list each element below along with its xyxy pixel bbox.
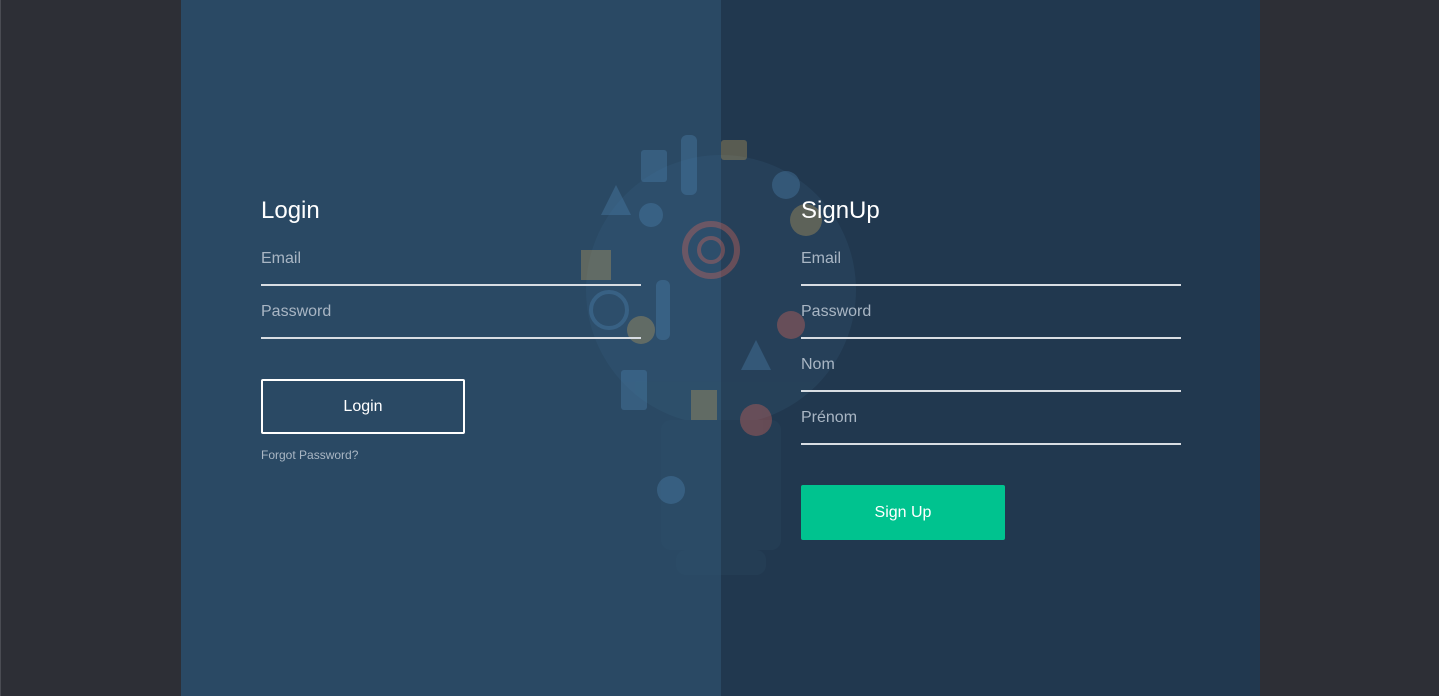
signup-password-input[interactable] bbox=[801, 303, 1181, 321]
signup-form: SignUp Sign Up bbox=[801, 196, 1181, 540]
login-password-field-wrapper bbox=[261, 286, 641, 339]
signup-nom-field-wrapper bbox=[801, 339, 1181, 392]
auth-container: Login Login Forgot Password? SignUp bbox=[181, 0, 1260, 696]
signup-prenom-field-wrapper bbox=[801, 392, 1181, 445]
login-email-field-wrapper bbox=[261, 244, 641, 286]
signup-title: SignUp bbox=[801, 197, 880, 224]
login-form: Login Login Forgot Password? bbox=[261, 196, 641, 464]
signup-email-field-wrapper bbox=[801, 244, 1181, 286]
login-button[interactable]: Login bbox=[261, 379, 465, 434]
login-title: Login bbox=[261, 197, 320, 224]
login-password-input[interactable] bbox=[261, 303, 641, 321]
app-window: Login Login Forgot Password? SignUp bbox=[0, 0, 1439, 696]
signup-password-field-wrapper bbox=[801, 286, 1181, 339]
signup-email-input[interactable] bbox=[801, 250, 1181, 268]
signup-prenom-input[interactable] bbox=[801, 409, 1181, 427]
login-email-input[interactable] bbox=[261, 250, 641, 268]
signup-nom-input[interactable] bbox=[801, 356, 1181, 374]
signup-button[interactable]: Sign Up bbox=[801, 485, 1005, 540]
forgot-password-link[interactable]: Forgot Password? bbox=[261, 448, 358, 462]
